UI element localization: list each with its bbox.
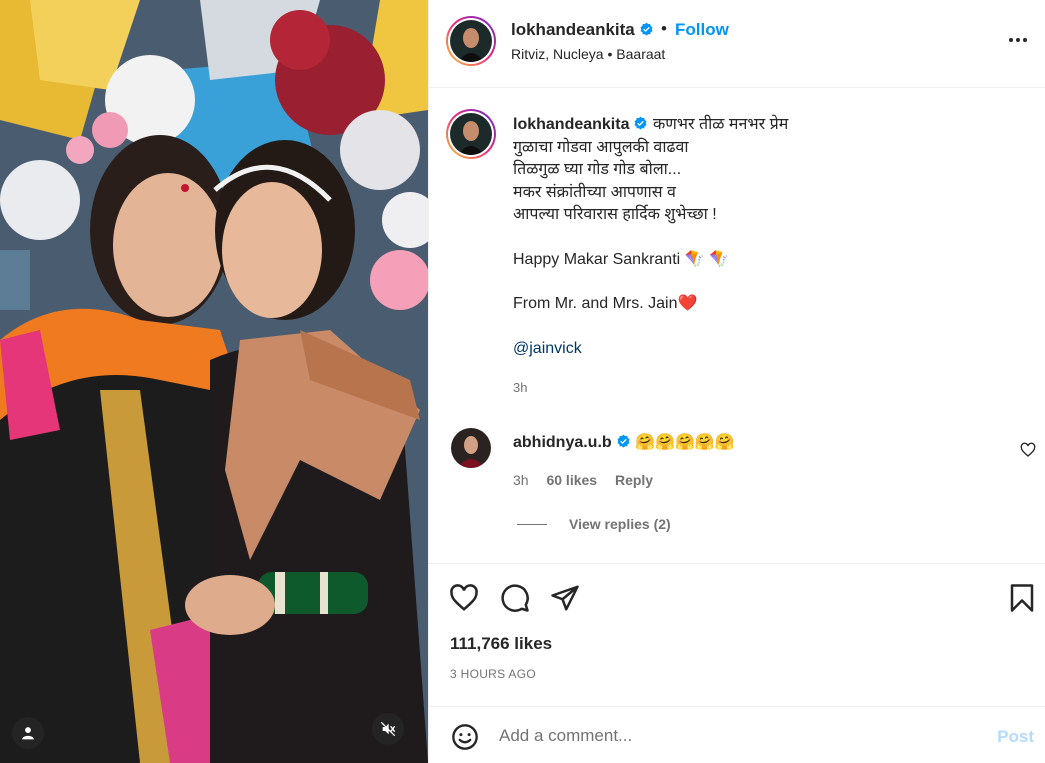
- caption-line-2: गुळाचा गोडवा आपुलकी वाढवा: [513, 138, 689, 156]
- comment-meta: 3h 60 likes Reply: [513, 472, 667, 488]
- heart-icon[interactable]: [1020, 442, 1036, 458]
- post-time-ago: 3 HOURS AGO: [450, 667, 536, 681]
- replies-divider: [517, 523, 547, 525]
- commenter-username[interactable]: abhidnya.u.b: [513, 434, 631, 451]
- audio-artists: Ritviz, Nucleya: [511, 46, 604, 62]
- post-actions: [429, 563, 1045, 633]
- emoji-icon[interactable]: [451, 723, 479, 751]
- caption-line-1: कणभर तीळ मनभर प्रेम: [652, 116, 789, 133]
- audio-title: Baaraat: [616, 46, 666, 62]
- comment-time: 3h: [513, 472, 529, 488]
- audio-dot: •: [607, 46, 613, 62]
- more-icon[interactable]: [1006, 28, 1030, 52]
- heart-icon[interactable]: [449, 583, 479, 613]
- caption-line-7: From Mr. and Mrs. Jain❤️: [513, 295, 698, 312]
- author-avatar[interactable]: [446, 16, 496, 66]
- comment-line: abhidnya.u.b 🤗🤗🤗🤗🤗: [513, 432, 735, 452]
- user-tag-icon: [22, 727, 34, 740]
- comment-text: 🤗🤗🤗🤗🤗: [635, 434, 735, 451]
- mute-icon: [380, 721, 396, 737]
- mute-button[interactable]: [372, 713, 404, 745]
- comment-input[interactable]: [499, 721, 959, 751]
- add-comment-bar: Post: [429, 706, 1045, 763]
- post-details-panel: lokhandeankita • Follow Ritviz, Nucleya …: [428, 0, 1045, 763]
- comment-likes[interactable]: 60 likes: [546, 472, 597, 488]
- post-comment-button[interactable]: Post: [997, 727, 1034, 747]
- caption-text: lokhandeankita कणभर तीळ मनभर प्रेम गुळाच…: [513, 114, 1013, 360]
- caption-avatar[interactable]: [446, 109, 496, 159]
- header-separator: •: [661, 19, 667, 38]
- bookmark-icon[interactable]: [1007, 583, 1037, 613]
- verified-icon: [634, 116, 647, 130]
- view-replies-button[interactable]: View replies (2): [517, 516, 671, 532]
- comment-icon[interactable]: [500, 583, 530, 613]
- post-media[interactable]: [0, 0, 428, 763]
- caption-username[interactable]: lokhandeankita: [513, 116, 648, 133]
- share-icon[interactable]: [550, 583, 580, 613]
- caption-mention[interactable]: @jainvick: [513, 338, 1013, 361]
- user-tag-button[interactable]: [12, 717, 44, 749]
- follow-button[interactable]: Follow: [675, 20, 729, 40]
- author-username[interactable]: lokhandeankita: [511, 20, 654, 40]
- audio-info[interactable]: Ritviz, Nucleya • Baaraat: [511, 46, 665, 62]
- post-photo: [0, 0, 428, 763]
- reply-button[interactable]: Reply: [615, 472, 653, 488]
- caption-time: 3h: [513, 380, 528, 395]
- caption-line-5: आपल्या परिवारास हार्दिक शुभेच्छा !: [513, 206, 717, 223]
- commenter-avatar[interactable]: [451, 428, 491, 468]
- view-replies-label: View replies (2): [569, 516, 671, 532]
- post-header: lokhandeankita • Follow Ritviz, Nucleya …: [429, 0, 1045, 88]
- verified-icon: [640, 22, 653, 36]
- verified-icon: [617, 434, 630, 448]
- caption-line-6: Happy Makar Sankranti 🪁 🪁: [513, 250, 729, 268]
- likes-count[interactable]: 111,766 likes: [450, 634, 552, 654]
- caption-line-3: तिळगुळ घ्या गोड गोड बोला...: [513, 161, 682, 178]
- caption-line-4: मकर संक्रांतीच्या आपणास व: [513, 183, 676, 201]
